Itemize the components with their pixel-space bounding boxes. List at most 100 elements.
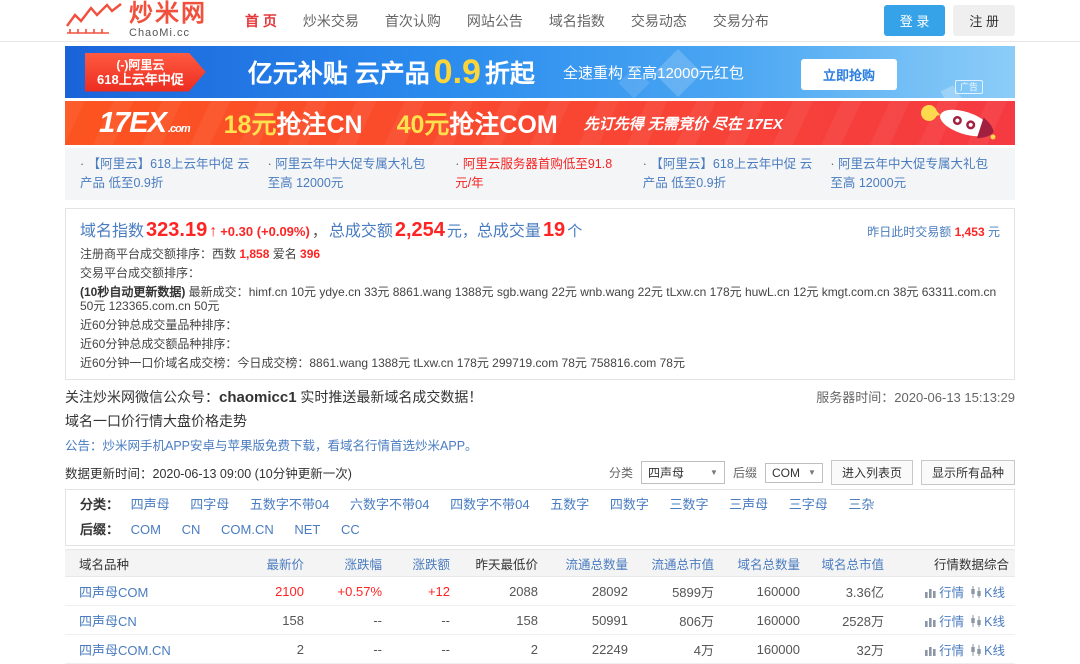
offer-com: 40元抢注COM <box>397 105 558 141</box>
quote-link[interactable]: 行情 <box>939 586 964 600</box>
category-link[interactable]: 四字母 <box>190 497 229 512</box>
total-qty: 160000 <box>720 576 806 606</box>
volume-rank-line: 近60分钟总成交量品种排序： <box>80 318 238 332</box>
col-circulating-qty[interactable]: 流通总数量 <box>544 549 634 577</box>
suffix-link[interactable]: COM.CN <box>221 522 274 537</box>
suffix-select-label: 后缀 <box>732 466 757 480</box>
circulating-qty: 28092 <box>544 576 634 606</box>
category-link[interactable]: 五数字不带04 <box>250 497 329 512</box>
quote-link[interactable]: 行情 <box>939 615 964 629</box>
category-link[interactable]: 三声母 <box>729 497 768 512</box>
up-arrow-icon: ↑ <box>209 223 218 240</box>
news-link[interactable]: 【阿里云】618上云年中促 云产品 低至0.9折 <box>71 155 259 193</box>
col-change-pct[interactable]: 涨跌幅 <box>310 549 388 577</box>
change-amt: +12 <box>388 576 456 606</box>
kline-link[interactable]: K线 <box>984 615 1005 629</box>
platform-rank-line: 交易平台成交额排序： <box>80 266 201 280</box>
category-link[interactable]: 三字母 <box>789 497 828 512</box>
news-link[interactable]: 阿里云年中大促专属大礼包至高 12000元 <box>821 155 1009 193</box>
registrar-value-1: 1,858 <box>239 247 270 261</box>
amount-rank-line: 近60分钟总成交额品种排序： <box>80 337 238 351</box>
suffix-link[interactable]: CC <box>341 522 360 537</box>
nav-item-trade-distribution[interactable]: 交易分布 <box>713 11 769 31</box>
circulating-qty: 50991 <box>544 605 634 635</box>
suffix-link[interactable]: COM <box>131 522 161 537</box>
nav-item-announcements[interactable]: 网站公告 <box>467 11 523 31</box>
table-row: 四声母CN 158 -- -- 158 50991 806万 160000 25… <box>65 605 1015 635</box>
nav-item-first-buy[interactable]: 首次认购 <box>385 11 441 31</box>
latest-price: 2 <box>215 634 310 664</box>
aliyun-ad-banner[interactable]: (-)阿里云 618上云年中促 亿元补贴 云产品 0.9 折起 全速重构 至高1… <box>65 46 1015 98</box>
category-link[interactable]: 五数字 <box>550 497 589 512</box>
nav-item-home[interactable]: 首 页 <box>245 11 277 31</box>
col-latest-price[interactable]: 最新价 <box>215 549 310 577</box>
domain-type-link[interactable]: 四声母COM.CN <box>79 643 171 658</box>
offer-cn-price: 18元 <box>223 111 277 139</box>
latest-price: 2100 <box>215 576 310 606</box>
total-value: 3.36亿 <box>806 576 890 606</box>
kline-icon <box>971 643 981 656</box>
logo-domain: ChaoMi.cc <box>129 27 190 39</box>
suffix-link[interactable]: CN <box>182 522 201 537</box>
col-market-data: 行情数据综合 <box>890 549 1015 577</box>
offer-com-text: 抢注COM <box>449 111 558 139</box>
category-link[interactable]: 六数字不带04 <box>350 497 429 512</box>
show-all-button[interactable]: 显示所有品种 <box>920 460 1015 485</box>
suffix-select[interactable]: COM ▼ <box>764 462 823 483</box>
category-link[interactable]: 四数字不带04 <box>450 497 529 512</box>
col-circulating-value[interactable]: 流通总市值 <box>634 549 720 577</box>
17ex-logo: 17EX .com <box>99 107 191 140</box>
category-link[interactable]: 四声母 <box>131 497 170 512</box>
quote-link[interactable]: 行情 <box>939 644 964 658</box>
yesterday-turnover: 昨日此时交易额 1,453 元 <box>867 223 1000 240</box>
category-link[interactable]: 三数字 <box>669 497 708 512</box>
col-change-amt[interactable]: 涨跌额 <box>388 549 456 577</box>
category-link[interactable]: 三杂 <box>848 497 874 512</box>
enter-list-button[interactable]: 进入列表页 <box>830 460 913 485</box>
category-select-label: 分类 <box>608 466 633 480</box>
circulating-value: 5899万 <box>634 576 720 606</box>
domain-type-link[interactable]: 四声母CN <box>79 614 137 629</box>
registrar-mid: 爱名 <box>269 247 301 261</box>
registrar-label: 注册商平台成交额排序：西数 <box>80 247 240 261</box>
yesterday-low: 2 <box>456 634 544 664</box>
kline-link[interactable]: K线 <box>984 644 1005 658</box>
offer-com-price: 40元 <box>396 111 450 139</box>
suffix-link[interactable]: NET <box>294 522 320 537</box>
domain-type-link[interactable]: 四声母COM <box>79 585 148 600</box>
nav-item-domain-index[interactable]: 域名指数 <box>549 11 605 31</box>
index-label: 域名指数 <box>80 223 145 240</box>
news-link-highlight[interactable]: 阿里云服务器首购低至91.8元/年 <box>446 155 634 193</box>
change-pct: +0.57% <box>310 576 388 606</box>
yesterday-low: 158 <box>456 605 544 635</box>
login-button[interactable]: 登 录 <box>883 5 946 36</box>
buy-now-button[interactable]: 立即抢购 <box>800 59 897 90</box>
category-select-value: 四声母 <box>647 466 684 480</box>
chevron-down-icon: ▼ <box>808 468 816 477</box>
aliyun-badge: (-)阿里云 618上云年中促 <box>85 52 206 92</box>
aliyun-badge-event: 618上云年中促 <box>97 71 184 87</box>
category-select[interactable]: 四声母 ▼ <box>640 461 725 484</box>
app-notice-link[interactable]: 公告：炒米网手机APP安卓与苹果版免费下载，看域名行情首选炒米APP。 <box>65 435 478 454</box>
nav-item-trade[interactable]: 炒米交易 <box>303 11 359 31</box>
registrar-rank-line: 注册商平台成交额排序：西数 1,858 爱名 396 <box>80 247 1000 261</box>
yesterday-label: 昨日此时交易额 <box>867 225 955 239</box>
register-button[interactable]: 注 册 <box>953 5 1015 36</box>
circulating-value: 4万 <box>634 634 720 664</box>
news-link[interactable]: 【阿里云】618上云年中促 云产品 低至0.9折 <box>634 155 822 193</box>
kline-link[interactable]: K线 <box>984 586 1005 600</box>
turnover-label: 总成交额 <box>328 223 393 240</box>
col-total-value[interactable]: 域名总市值 <box>806 549 890 577</box>
site-logo[interactable]: 炒米网 ChaoMi.cc <box>65 2 207 39</box>
col-total-qty[interactable]: 域名总数量 <box>720 549 806 577</box>
info-section: 关注炒米网微信公众号：chaomicc1 实时推送最新域名成交数据！ 服务器时间… <box>65 387 1015 485</box>
banner-title-pre: 亿元补贴 云产品 <box>247 60 430 88</box>
bar-chart-icon <box>925 588 936 598</box>
category-link[interactable]: 四数字 <box>610 497 649 512</box>
kline-icon <box>971 614 981 627</box>
fixed-price-deals: 今日成交榜：8861.wang 1388元 tLxw.cn 178元 29971… <box>237 356 685 370</box>
nav-item-trade-activity[interactable]: 交易动态 <box>631 11 687 31</box>
bar-chart-icon <box>925 617 936 627</box>
17ex-ad-banner[interactable]: 17EX .com 18元抢注CN 40元抢注COM 先订先得 无需竞价 尽在 1… <box>65 101 1015 145</box>
news-link[interactable]: 阿里云年中大促专属大礼包至高 12000元 <box>259 155 447 193</box>
